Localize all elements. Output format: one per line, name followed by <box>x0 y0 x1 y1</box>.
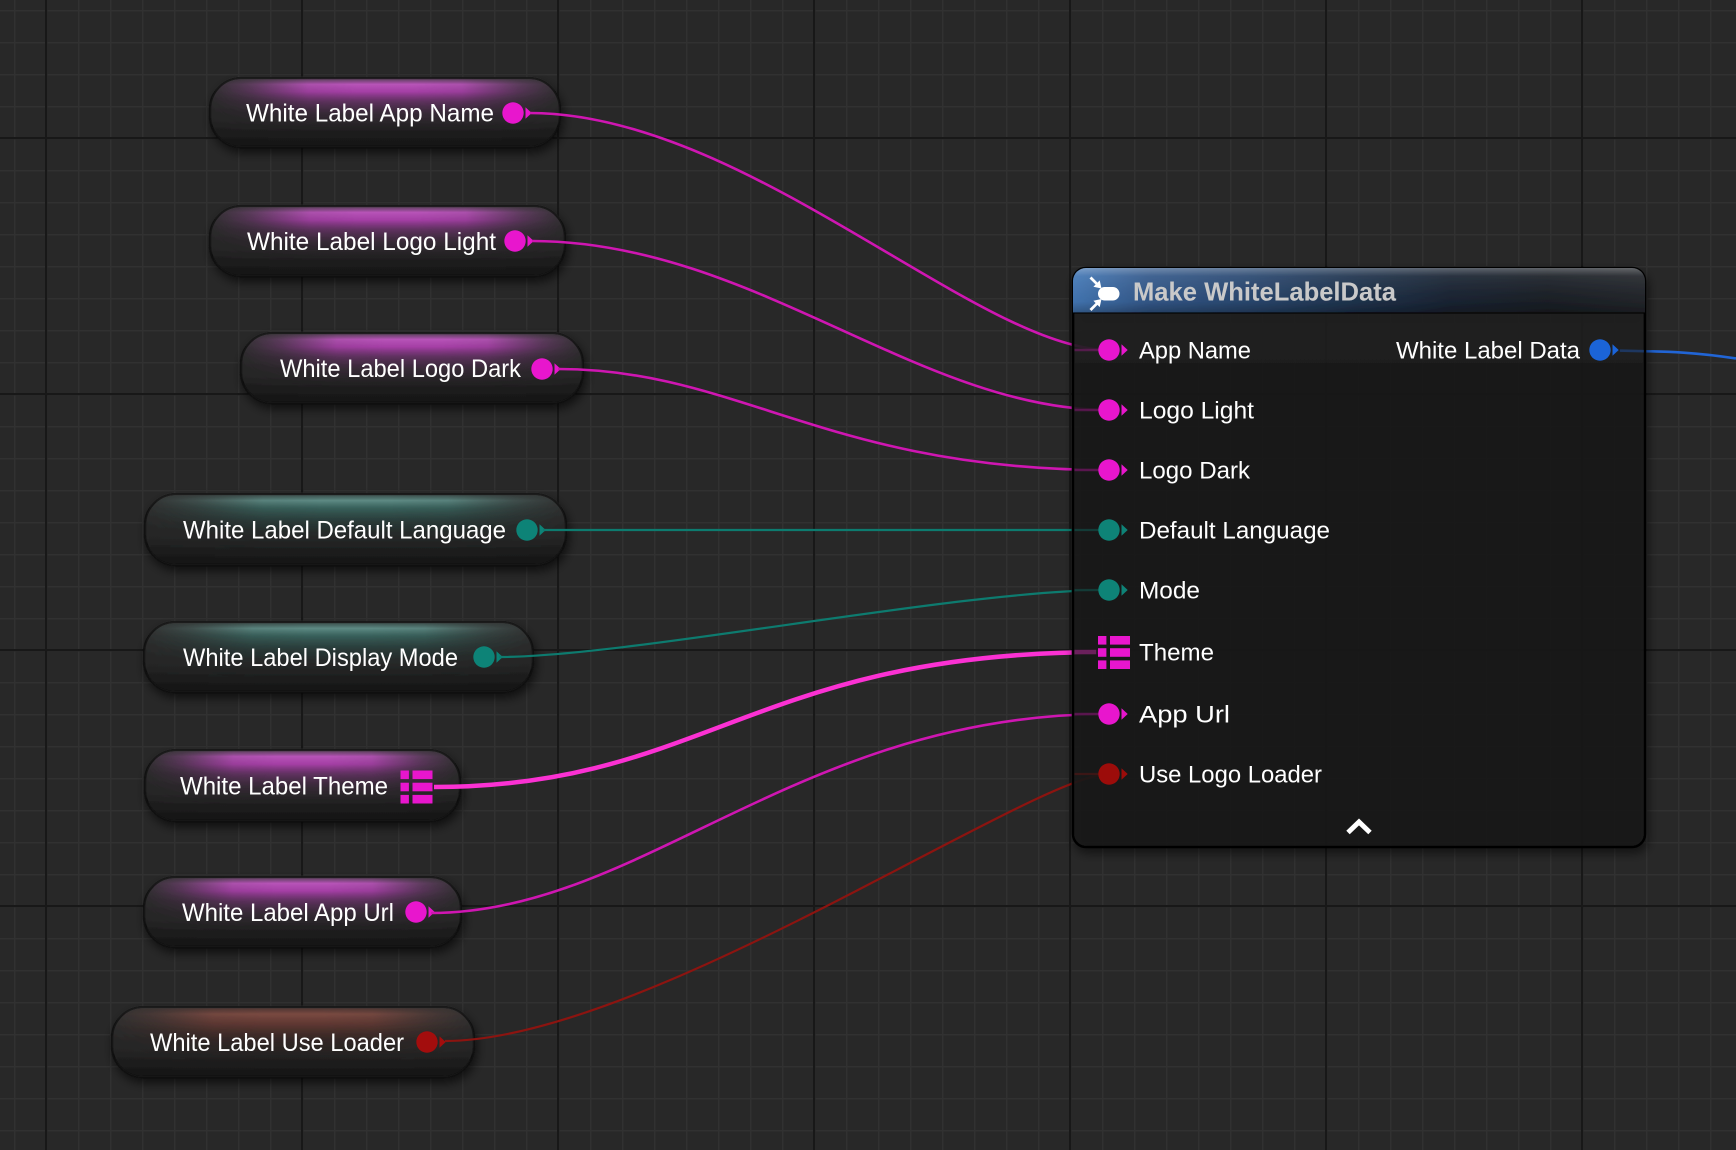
svg-text:Logo Light: Logo Light <box>1139 398 1254 425</box>
svg-text:White Label Default Language: White Label Default Language <box>183 517 506 545</box>
svg-text:White Label Logo Light: White Label Logo Light <box>247 228 496 256</box>
svg-text:App Url: App Url <box>1139 702 1230 729</box>
svg-text:White Label App Name: White Label App Name <box>246 100 494 128</box>
svg-text:White Label Display Mode: White Label Display Mode <box>183 644 458 672</box>
svg-text:White Label App Url: White Label App Url <box>182 899 394 927</box>
svg-text:White Label Data: White Label Data <box>1396 338 1580 365</box>
svg-text:Mode: Mode <box>1139 578 1200 605</box>
svg-text:App Name: App Name <box>1139 338 1251 365</box>
svg-text:Use Logo Loader: Use Logo Loader <box>1139 762 1322 789</box>
svg-text:Logo Dark: Logo Dark <box>1139 458 1251 485</box>
svg-text:Theme: Theme <box>1139 640 1214 667</box>
svg-text:White Label Use Loader: White Label Use Loader <box>150 1029 404 1057</box>
svg-text:White Label Theme: White Label Theme <box>180 773 388 801</box>
svg-text:Default Language: Default Language <box>1139 518 1330 545</box>
svg-text:White Label Logo Dark: White Label Logo Dark <box>280 355 521 383</box>
svg-text:Make WhiteLabelData: Make WhiteLabelData <box>1133 277 1397 307</box>
